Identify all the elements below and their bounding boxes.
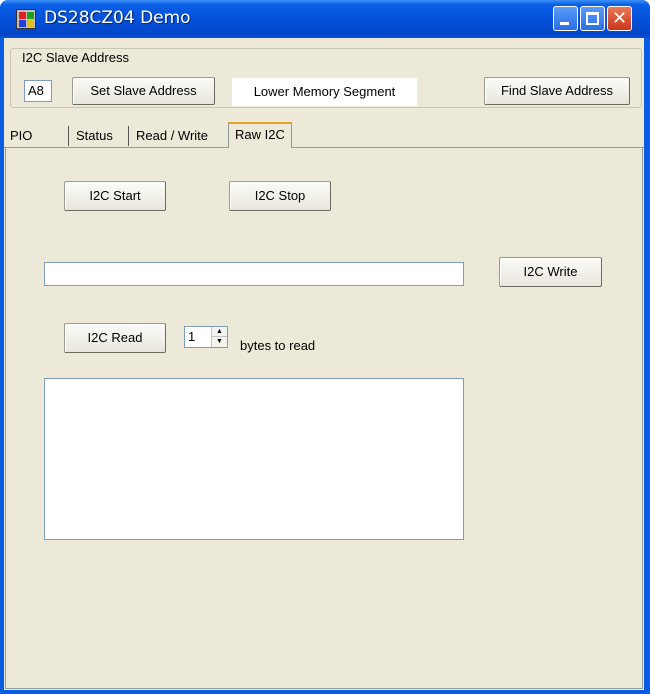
i2c-read-button[interactable]: I2C Read	[64, 323, 166, 353]
maximize-icon	[586, 12, 599, 25]
bytes-to-read-label: bytes to read	[240, 338, 316, 353]
app-icon[interactable]	[16, 9, 36, 29]
i2c-start-button[interactable]: I2C Start	[64, 181, 166, 211]
bytes-to-read-value[interactable]: 1	[188, 329, 195, 344]
i2c-write-button[interactable]: I2C Write	[499, 257, 602, 287]
window-title: DS28CZ04 Demo	[44, 8, 191, 28]
set-slave-address-button[interactable]: Set Slave Address	[72, 77, 215, 105]
find-slave-address-button[interactable]: Find Slave Address	[484, 77, 630, 105]
tab-separator	[68, 126, 69, 146]
i2c-read-output[interactable]	[44, 378, 464, 540]
close-button[interactable]: ✕	[607, 6, 632, 31]
minimize-icon	[560, 22, 569, 25]
minimize-button[interactable]	[553, 6, 578, 31]
app-window: DS28CZ04 Demo ✕ I2C Slave Address A8 Set…	[0, 0, 650, 694]
tab-strip: PIO Status Read / Write Raw I2C	[4, 122, 644, 149]
slave-address-input[interactable]: A8	[24, 80, 52, 102]
bytes-to-read-stepper[interactable]: 1 ▲ ▼	[184, 326, 228, 348]
client-area: I2C Slave Address A8 Set Slave Address L…	[4, 38, 644, 690]
close-icon: ✕	[611, 8, 628, 29]
tab-read-write[interactable]: Read / Write	[132, 124, 208, 148]
title-bar[interactable]: DS28CZ04 Demo ✕	[0, 0, 650, 38]
memory-segment-label: Lower Memory Segment	[232, 78, 417, 106]
stepper-down-icon[interactable]: ▼	[212, 337, 227, 347]
stepper-up-icon[interactable]: ▲	[212, 327, 227, 337]
maximize-button[interactable]	[580, 6, 605, 31]
slave-address-group-label: I2C Slave Address	[19, 50, 132, 65]
stepper-buttons: ▲ ▼	[211, 327, 227, 347]
i2c-stop-button[interactable]: I2C Stop	[229, 181, 331, 211]
tab-status[interactable]: Status	[72, 124, 113, 148]
tab-separator	[128, 126, 129, 146]
i2c-write-input[interactable]	[44, 262, 464, 286]
tab-raw-i2c[interactable]: Raw I2C	[228, 122, 292, 149]
tab-pio[interactable]: PIO	[6, 124, 32, 148]
